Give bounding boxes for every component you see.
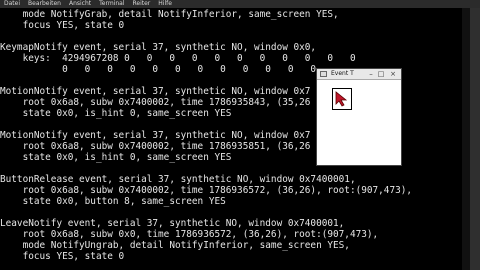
- terminal-line: KeymapNotify event, serial 37, synthetic…: [0, 42, 317, 53]
- menu-datei[interactable]: Datei: [4, 0, 20, 8]
- mouse-pointer-icon: [335, 91, 348, 107]
- terminal-line: mode NotifyGrab, detail NotifyInferior, …: [0, 9, 339, 20]
- terminal-line: root 0x6a8, subw 0x0, time 1786936572, (…: [0, 229, 379, 240]
- terminal-line: focus YES, state 0: [0, 251, 125, 262]
- menu-bar: Datei Bearbeiten Ansicht Terminal Reiter…: [0, 0, 480, 8]
- menu-bearbeiten[interactable]: Bearbeiten: [28, 0, 61, 8]
- xev-titlebar[interactable]: Event T – □ ×: [317, 69, 401, 80]
- terminal-line: root 0x6a8, subw 0x7400002, time 1786935…: [0, 141, 311, 152]
- xev-event-window[interactable]: Event T – □ ×: [316, 68, 402, 166]
- terminal-line: state 0x0, is_hint 0, same_screen YES: [0, 152, 232, 163]
- terminal-line: ButtonRelease event, serial 37, syntheti…: [0, 174, 356, 185]
- terminal-line: MotionNotify event, serial 37, synthetic…: [0, 130, 311, 141]
- terminal-line: LeaveNotify event, serial 37, synthetic …: [0, 218, 345, 229]
- terminal-line: 0 0 0 0 0 0 0 0 0 0 0 0: [0, 64, 317, 75]
- terminal-line: root 0x6a8, subw 0x7400002, time 1786936…: [0, 185, 413, 196]
- close-icon[interactable]: ×: [389, 70, 397, 78]
- menu-hilfe[interactable]: Hilfe: [158, 0, 172, 8]
- terminal-line: MotionNotify event, serial 37, synthetic…: [0, 86, 311, 97]
- scrollbar-thumb[interactable]: [470, 8, 480, 270]
- terminal-line: state 0x0, button 8, same_screen YES: [0, 196, 226, 207]
- menu-reiter[interactable]: Reiter: [133, 0, 151, 8]
- xev-inner-subwindow[interactable]: [332, 88, 352, 110]
- xev-window-title: Event T: [331, 70, 354, 77]
- terminal-line: focus YES, state 0: [0, 20, 125, 31]
- terminal-line: root 0x6a8, subw 0x7400002, time 1786935…: [0, 97, 311, 108]
- minimize-icon[interactable]: –: [367, 70, 375, 78]
- maximize-icon[interactable]: □: [377, 70, 385, 78]
- terminal-line: keys: 4294967208 0 0 0 0 0 0 0 0 0 0 0: [0, 53, 356, 64]
- menu-ansicht[interactable]: Ansicht: [69, 0, 91, 8]
- terminal-line: mode NotifyUngrab, detail NotifyInferior…: [0, 240, 350, 251]
- window-app-icon: [320, 71, 327, 77]
- menu-terminal[interactable]: Terminal: [99, 0, 124, 8]
- terminal-line: state 0x0, is_hint 0, same_screen YES: [0, 108, 232, 119]
